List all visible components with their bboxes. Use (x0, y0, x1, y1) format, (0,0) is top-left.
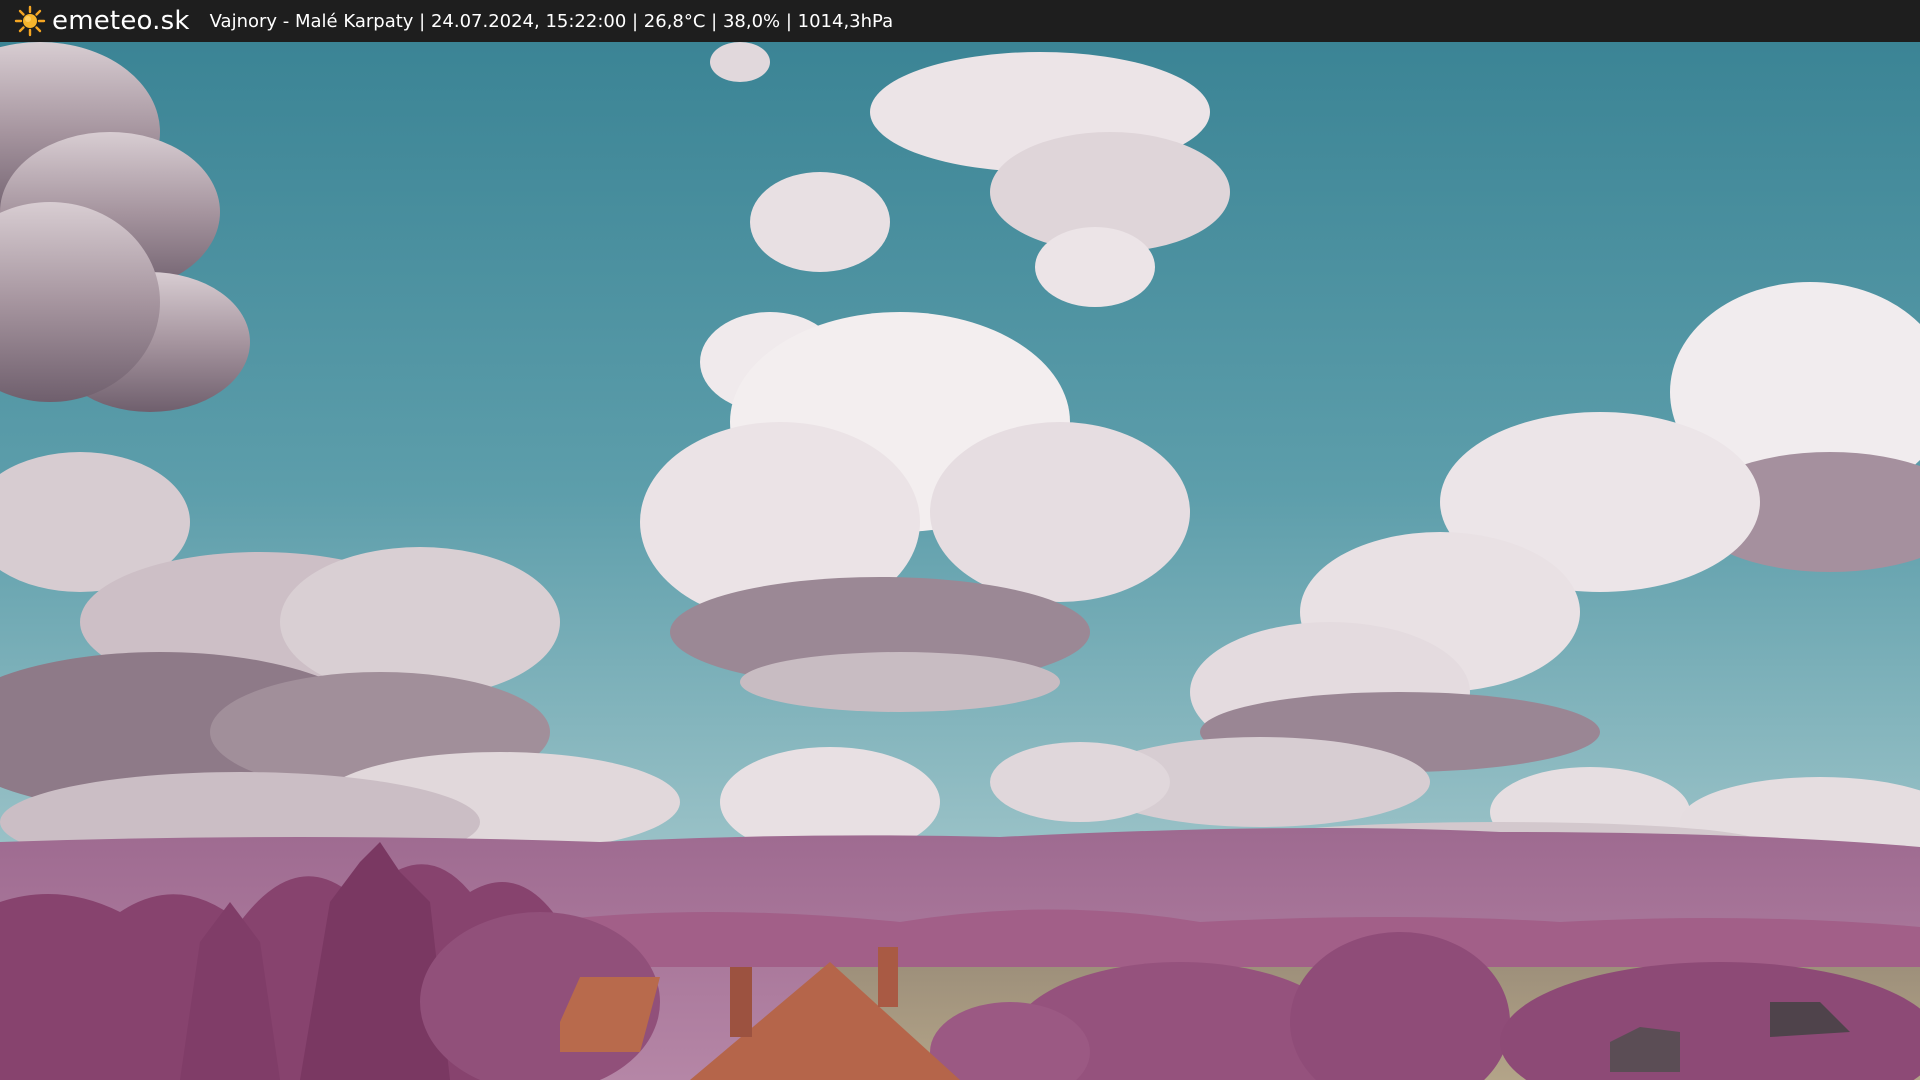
brand-name: emeteo.sk (52, 6, 190, 36)
weather-caption: Vajnory - Malé Karpaty | 24.07.2024, 15:… (209, 10, 894, 32)
webcam-image (0, 42, 1920, 1080)
webcam-frame: emeteo.sk Vajnory - Malé Karpaty | 24.07… (0, 0, 1920, 1080)
sun-icon (14, 5, 46, 37)
top-info-bar: emeteo.sk Vajnory - Malé Karpaty | 24.07… (0, 0, 1920, 42)
site-logo[interactable]: emeteo.sk (14, 5, 190, 37)
landscape-picture (0, 42, 1920, 1080)
